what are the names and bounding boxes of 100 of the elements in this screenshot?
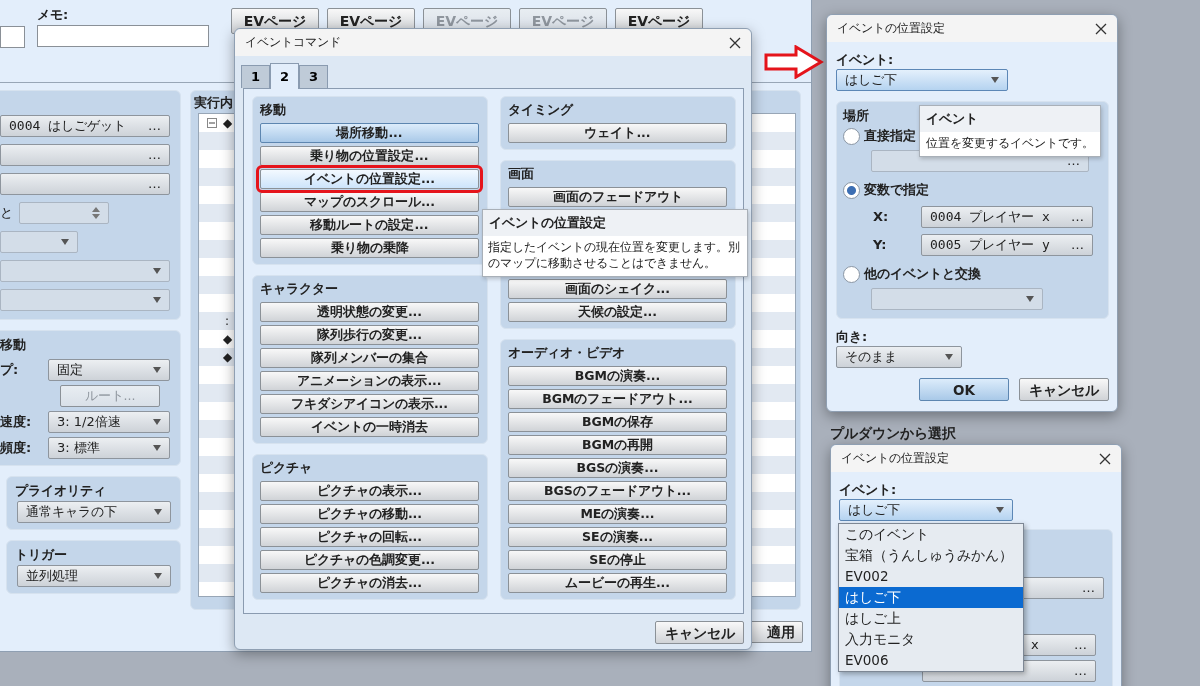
command-button[interactable]: ムービーの再生... bbox=[508, 573, 727, 593]
command-button[interactable]: BGSの演奏... bbox=[508, 458, 727, 478]
browse-field[interactable]: … bbox=[0, 173, 170, 195]
radio-label: 直接指定 bbox=[864, 127, 916, 146]
group-title: トリガー bbox=[15, 546, 67, 564]
command-button[interactable]: BGMのフェードアウト... bbox=[508, 389, 727, 409]
dropdown[interactable]: 固定 bbox=[48, 359, 170, 381]
ok-button[interactable]: OK bbox=[919, 378, 1009, 401]
caret-icon bbox=[153, 268, 161, 274]
close-icon[interactable] bbox=[1099, 452, 1111, 465]
command-button[interactable]: 移動ルートの設定... bbox=[260, 215, 479, 235]
command-button[interactable]: SEの演奏... bbox=[508, 527, 727, 547]
caret-icon bbox=[153, 445, 161, 451]
field-label: 向き: bbox=[836, 328, 869, 346]
group-title: キャラクター bbox=[260, 280, 338, 298]
dropdown-option[interactable]: はしご上 bbox=[839, 608, 1023, 629]
number-field[interactable] bbox=[19, 202, 109, 224]
field-label: プ: bbox=[0, 361, 19, 380]
dropdown-option[interactable]: EV002 bbox=[839, 566, 1023, 587]
arrow-icon bbox=[764, 45, 824, 79]
dropdown[interactable]: 3: 1/2倍速 bbox=[48, 411, 170, 433]
command-button[interactable]: 画面のシェイク... bbox=[508, 279, 727, 299]
command-button[interactable]: 場所移動... bbox=[260, 123, 479, 143]
close-icon[interactable] bbox=[729, 36, 741, 49]
caret-icon bbox=[61, 239, 69, 245]
command-button[interactable]: SEの停止 bbox=[508, 550, 727, 570]
dropdown[interactable] bbox=[0, 260, 170, 282]
radio-button[interactable] bbox=[843, 181, 860, 199]
command-button[interactable]: 乗り物の乗降 bbox=[260, 238, 479, 258]
command-button[interactable]: 画面のフェードアウト bbox=[508, 187, 727, 207]
group-title: プライオリティ bbox=[15, 482, 106, 500]
radio-button[interactable] bbox=[843, 265, 860, 283]
cancel-button[interactable]: キャンセル bbox=[655, 621, 744, 644]
command-button[interactable]: 天候の設定... bbox=[508, 302, 727, 322]
browse-field[interactable]: … bbox=[0, 144, 170, 166]
command-button[interactable]: ピクチャの消去... bbox=[260, 573, 479, 593]
tooltip-title: イベント bbox=[920, 106, 1100, 132]
browse-field[interactable]: 0005 プレイヤー y … bbox=[921, 234, 1093, 256]
command-button[interactable]: ピクチャの回転... bbox=[260, 527, 479, 547]
field-label: X: bbox=[873, 208, 890, 227]
dropdown[interactable]: そのまま bbox=[836, 346, 962, 368]
group-title: 移動 bbox=[0, 336, 26, 354]
command-button[interactable]: ピクチャの色調変更... bbox=[260, 550, 479, 570]
command-button[interactable]: マップのスクロール... bbox=[260, 192, 479, 212]
command-button[interactable]: イベントの一時消去 bbox=[260, 417, 479, 437]
memo-field[interactable] bbox=[37, 25, 209, 47]
command-button[interactable]: 隊列メンバーの集合 bbox=[260, 348, 479, 368]
caption-text: プルダウンから選択 bbox=[830, 424, 956, 443]
dropdown[interactable] bbox=[0, 289, 170, 311]
field-label: メモ: bbox=[37, 6, 70, 24]
dropdown-option[interactable]: 宝箱（うんしゅうみかん） bbox=[839, 545, 1023, 566]
apply-button[interactable]: 適用 bbox=[749, 621, 803, 643]
dropdown-option[interactable]: このイベント bbox=[839, 524, 1023, 545]
tab[interactable]: 1 bbox=[241, 65, 270, 88]
dropdown[interactable] bbox=[0, 231, 78, 253]
tooltip-text: 位置を変更するイベントです。 bbox=[925, 134, 1095, 152]
command-button[interactable]: BGMの再開 bbox=[508, 435, 727, 455]
dropdown-option[interactable]: 入力モニタ bbox=[839, 629, 1023, 650]
close-icon[interactable] bbox=[1095, 22, 1107, 35]
tab[interactable]: 3 bbox=[299, 65, 328, 88]
text-field[interactable] bbox=[0, 26, 25, 48]
caret-icon bbox=[154, 509, 162, 515]
dropdown-option[interactable]: はしご下 bbox=[839, 587, 1023, 608]
command-button[interactable]: ピクチャの表示... bbox=[260, 481, 479, 501]
command-button[interactable]: フキダシアイコンの表示... bbox=[260, 394, 479, 414]
command-button[interactable]: 乗り物の位置設定... bbox=[260, 146, 479, 166]
command-button[interactable]: MEの演奏... bbox=[508, 504, 727, 524]
radio-label: 他のイベントと交換 bbox=[864, 265, 981, 284]
command-button[interactable]: アニメーションの表示... bbox=[260, 371, 479, 391]
event-dropdown[interactable]: はしご下 bbox=[839, 499, 1013, 521]
group-title: 画面 bbox=[508, 165, 534, 183]
dropdown[interactable]: 並列処理 bbox=[17, 565, 171, 587]
command-button[interactable]: ピクチャの移動... bbox=[260, 504, 479, 524]
command-button[interactable]: BGMの保存 bbox=[508, 412, 727, 432]
event-dropdown[interactable]: はしご下 bbox=[836, 69, 1008, 91]
group-title: 実行内 bbox=[194, 94, 233, 112]
group-title: 移動 bbox=[260, 101, 286, 119]
radio-button[interactable] bbox=[843, 127, 860, 145]
tab[interactable]: 2 bbox=[270, 63, 299, 89]
cancel-button[interactable]: キャンセル bbox=[1019, 378, 1109, 401]
browse-field[interactable]: 0004 プレイヤー x … bbox=[921, 206, 1093, 228]
caret-icon bbox=[154, 573, 162, 579]
spin-arrows-icon bbox=[92, 206, 100, 220]
command-button[interactable]: 隊列歩行の変更... bbox=[260, 325, 479, 345]
group-title: オーディオ・ビデオ bbox=[508, 344, 625, 362]
caret-icon bbox=[153, 367, 161, 373]
dropdown[interactable]: 3: 標準 bbox=[48, 437, 170, 459]
command-button[interactable]: BGMの演奏... bbox=[508, 366, 727, 386]
window-title: イベントの位置設定 bbox=[841, 449, 949, 467]
browse-field[interactable]: 0004 はしごゲット … bbox=[0, 115, 170, 137]
dropdown[interactable] bbox=[871, 288, 1043, 310]
field-label: イベント: bbox=[839, 481, 898, 499]
caret-icon bbox=[945, 354, 953, 360]
dropdown[interactable]: 通常キャラの下 bbox=[17, 501, 171, 523]
field-label: 速度: bbox=[0, 413, 32, 432]
list-item-text: ◆ bbox=[223, 115, 233, 132]
dropdown-option[interactable]: EV006 bbox=[839, 650, 1023, 671]
command-button[interactable]: ウェイト... bbox=[508, 123, 727, 143]
command-button[interactable]: BGSのフェードアウト... bbox=[508, 481, 727, 501]
command-button[interactable]: 透明状態の変更... bbox=[260, 302, 479, 322]
